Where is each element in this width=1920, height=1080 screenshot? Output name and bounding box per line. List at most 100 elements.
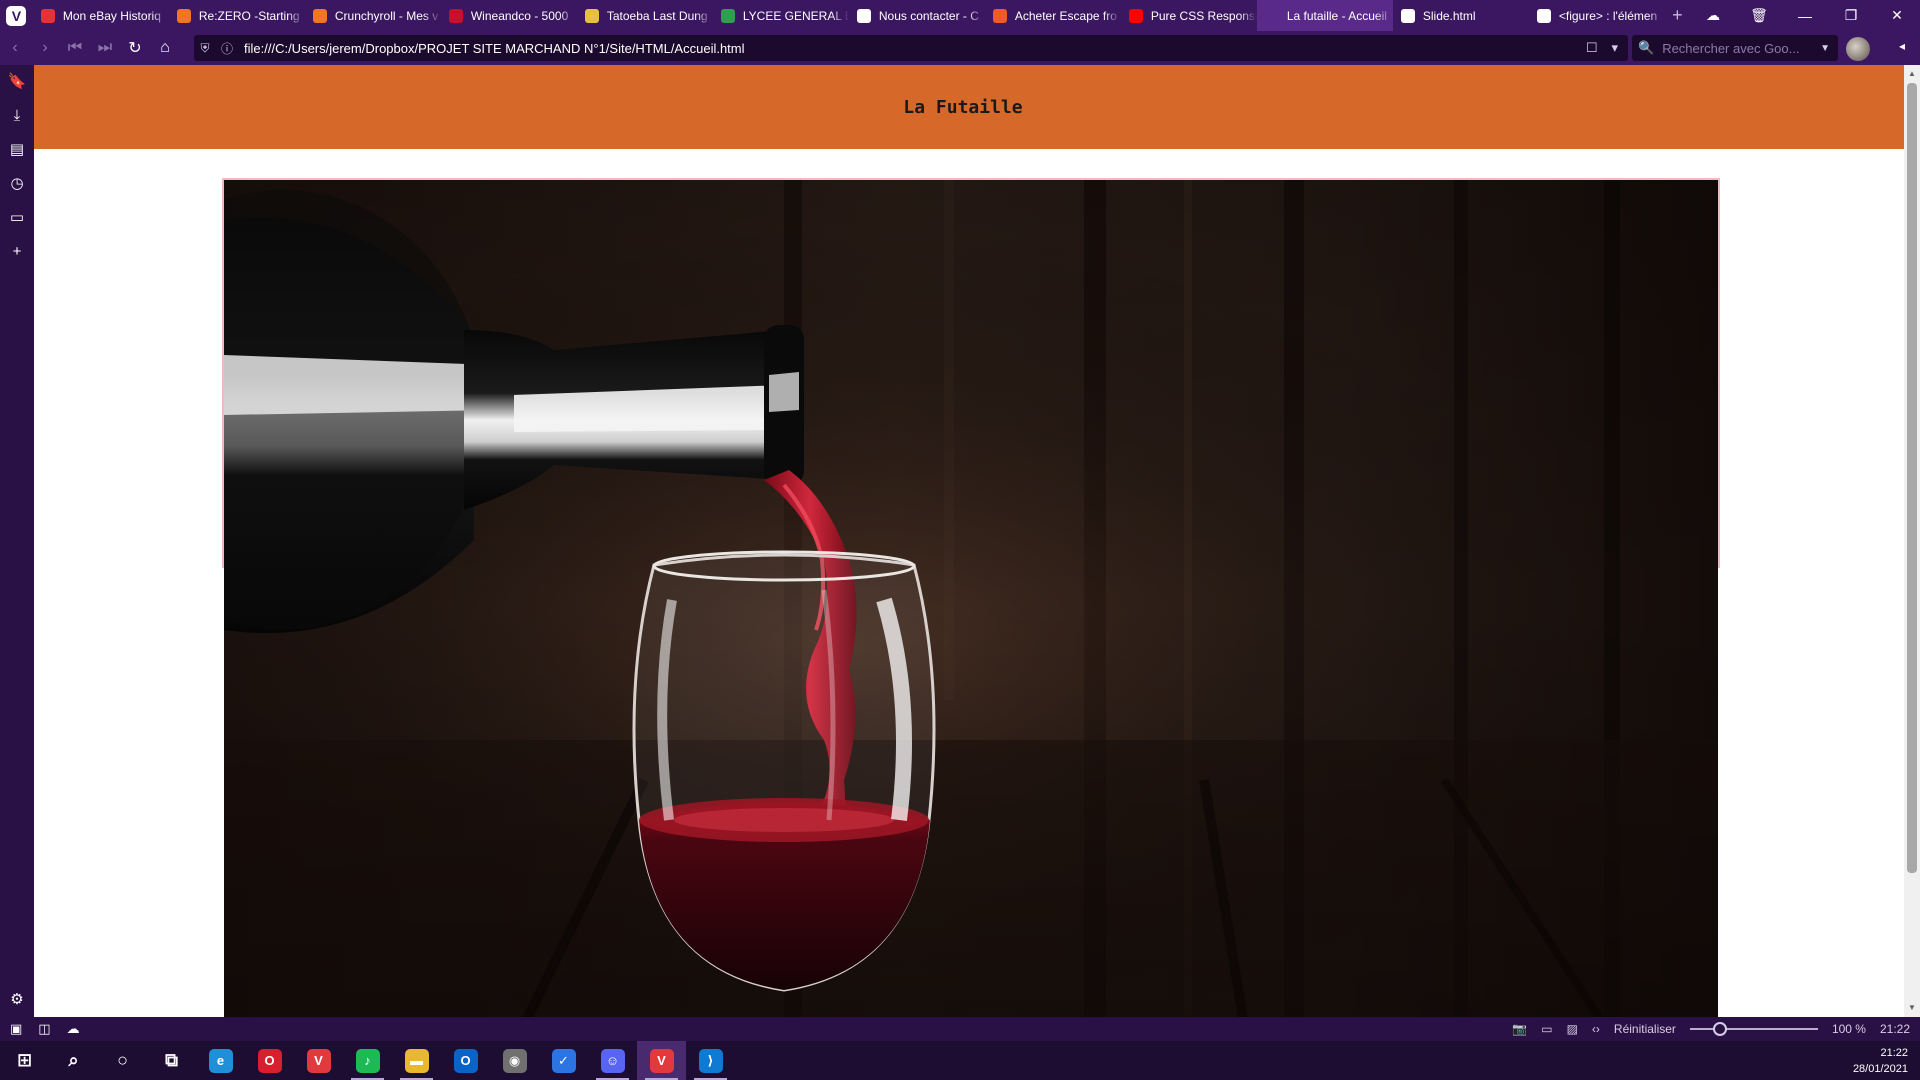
- tab-10[interactable]: Slide.html: [1393, 0, 1529, 31]
- page-scrollbar[interactable]: ▲ ▼: [1904, 65, 1920, 1017]
- capture-icon[interactable]: 📷: [1512, 1022, 1527, 1036]
- taskbar-item-vivaldi-running[interactable]: V: [637, 1041, 686, 1080]
- taskbar-item-cortana[interactable]: ○: [98, 1041, 147, 1080]
- minimize-button[interactable]: —: [1782, 8, 1828, 24]
- taskbar-item-vscode[interactable]: ⟩: [686, 1041, 735, 1080]
- tab-5[interactable]: LYCEE GENERAL ET: [713, 0, 849, 31]
- tab-label: Pure CSS Responsi: [1150, 8, 1257, 23]
- taskbar-item-opera[interactable]: O: [245, 1041, 294, 1080]
- zoom-slider-track: [1689, 1028, 1818, 1030]
- tab-6[interactable]: Nous contacter - C: [849, 0, 985, 31]
- page-icon: [1264, 8, 1279, 23]
- panel-toggle-status-icon[interactable]: ▣: [10, 1021, 22, 1037]
- sync-cloud-icon[interactable]: ☁: [1690, 7, 1736, 24]
- tab-label: <figure> : l'élémen: [1558, 8, 1658, 23]
- tiling-icon[interactable]: ◫: [38, 1021, 50, 1037]
- tab-1[interactable]: Re:ZERO -Starting: [169, 0, 305, 31]
- taskbar-item-app[interactable]: ◉: [490, 1041, 539, 1080]
- tab-9[interactable]: La futaille - Accueil: [1256, 0, 1393, 31]
- site-info-icon[interactable]: ⓘ: [216, 40, 238, 57]
- address-field[interactable]: ⛨ ⓘ file:///C:/Users/jerem/Dropbox/PROJE…: [194, 35, 1628, 61]
- search-field[interactable]: 🔍 Rechercher avec Goo... ▼: [1632, 35, 1838, 61]
- add-web-panel-icon[interactable]: +: [6, 241, 28, 263]
- taskbar-item-task-view[interactable]: ⧉: [147, 1041, 196, 1080]
- site-header: La Futaille: [34, 65, 1904, 149]
- new-tab-button[interactable]: +: [1665, 0, 1690, 31]
- window-panel-icon[interactable]: ▭: [6, 207, 28, 229]
- zoom-reset-button[interactable]: Réinitialiser: [1614, 1022, 1676, 1036]
- clock-time: 21:22: [1880, 1046, 1908, 1059]
- tab-11[interactable]: <figure> : l'élémen: [1529, 0, 1665, 31]
- youtube-icon: [1128, 8, 1143, 23]
- reload-icon: ↻: [128, 40, 142, 57]
- tab-label: Slide.html: [1422, 8, 1476, 23]
- spotify-icon: ♪: [355, 1048, 380, 1073]
- taskbar-item-edge[interactable]: e: [196, 1041, 245, 1080]
- file-icon: [1400, 8, 1415, 23]
- tile-window-icon[interactable]: ▭: [1541, 1022, 1552, 1036]
- vivaldi-running-icon: V: [649, 1048, 674, 1073]
- tab-7[interactable]: Acheter Escape fro: [985, 0, 1121, 31]
- bookmark-icon[interactable]: ☐: [1586, 40, 1598, 56]
- home-button[interactable]: ⌂: [150, 31, 180, 65]
- taskbar-item-outlook[interactable]: O: [441, 1041, 490, 1080]
- search-dropdown-icon[interactable]: ▼: [1820, 43, 1830, 54]
- panel-toggle-icon[interactable]: ◂: [1892, 39, 1912, 59]
- shield-icon[interactable]: ⛨: [194, 41, 216, 56]
- tab-8[interactable]: Pure CSS Responsi: [1121, 0, 1257, 31]
- web-viewport: La Futaille: [34, 65, 1904, 1017]
- bookmarks-panel-icon[interactable]: 🔖: [6, 71, 28, 93]
- rewind-button[interactable]: ⏮: [60, 31, 90, 65]
- address-dropdown-icon[interactable]: ▾: [1611, 40, 1618, 56]
- tab-label: LYCEE GENERAL ET: [742, 8, 849, 23]
- taskbar-item-windows-start[interactable]: ⊞: [0, 1041, 49, 1080]
- taskbar-item-search[interactable]: ⌕: [49, 1041, 98, 1080]
- mdn-icon: [1536, 8, 1551, 23]
- taskbar-item-spotify[interactable]: ♪: [343, 1041, 392, 1080]
- close-button[interactable]: ✕: [1874, 7, 1920, 24]
- notes-panel-icon[interactable]: ▤: [6, 139, 28, 161]
- downloads-panel-icon[interactable]: ⤓: [6, 105, 28, 127]
- settings-gear-icon[interactable]: ⚙: [6, 990, 28, 1012]
- forward-button[interactable]: ›: [30, 31, 60, 65]
- tab-label: Wineandco - 5000: [470, 8, 569, 23]
- tab-3[interactable]: Wineandco - 5000: [441, 0, 577, 31]
- tab-label: Re:ZERO -Starting: [198, 8, 300, 23]
- vivaldi-icon: V: [306, 1048, 331, 1073]
- tab-2[interactable]: Crunchyroll - Mes v: [305, 0, 441, 31]
- fast-forward-button[interactable]: ⏭: [90, 31, 120, 65]
- code-icon[interactable]: ‹›: [1592, 1022, 1600, 1036]
- search-icon: ⌕: [68, 1050, 79, 1070]
- tab-label: La futaille - Accueil: [1286, 8, 1387, 23]
- scroll-up-icon[interactable]: ▲: [1904, 67, 1920, 81]
- todo-icon: ✓: [551, 1048, 576, 1073]
- wineandco-icon: [448, 8, 463, 23]
- zoom-slider-knob[interactable]: [1712, 1022, 1727, 1036]
- sync-status-icon[interactable]: ☁: [67, 1021, 80, 1037]
- scroll-down-icon[interactable]: ▼: [1904, 1001, 1920, 1015]
- tab-bar: V Mon eBay Historiq Re:ZERO -Starting Crun…: [0, 0, 1920, 31]
- scrollbar-thumb[interactable]: [1907, 83, 1917, 873]
- crunchyroll-icon: [312, 8, 327, 23]
- hero-image: [224, 180, 1718, 1017]
- school-icon: [720, 8, 735, 23]
- crunchyroll-icon: [176, 8, 191, 23]
- url-text[interactable]: file:///C:/Users/jerem/Dropbox/PROJET SI…: [244, 41, 1586, 56]
- restore-button[interactable]: ❐: [1828, 7, 1874, 24]
- tab-0[interactable]: Mon eBay Historiq: [33, 0, 169, 31]
- taskbar-item-vivaldi[interactable]: V: [294, 1041, 343, 1080]
- vivaldi-menu-button[interactable]: V: [0, 0, 33, 31]
- taskbar-item-todo[interactable]: ✓: [539, 1041, 588, 1080]
- trash-icon[interactable]: 🗑: [1736, 7, 1782, 24]
- ig-icon: [992, 8, 1007, 23]
- system-clock[interactable]: 21:22 28/01/2021: [1853, 1045, 1908, 1077]
- reload-button[interactable]: ↻: [120, 31, 150, 65]
- profile-avatar[interactable]: [1846, 37, 1870, 61]
- taskbar-item-file-explorer[interactable]: ▬: [392, 1041, 441, 1080]
- back-button[interactable]: ‹: [0, 31, 30, 65]
- history-panel-icon[interactable]: ◷: [6, 173, 28, 195]
- zoom-slider[interactable]: [1689, 1022, 1818, 1036]
- tab-4[interactable]: Tatoeba Last Dung: [577, 0, 713, 31]
- taskbar-item-discord[interactable]: ☺: [588, 1041, 637, 1080]
- images-icon[interactable]: ▨: [1567, 1022, 1578, 1036]
